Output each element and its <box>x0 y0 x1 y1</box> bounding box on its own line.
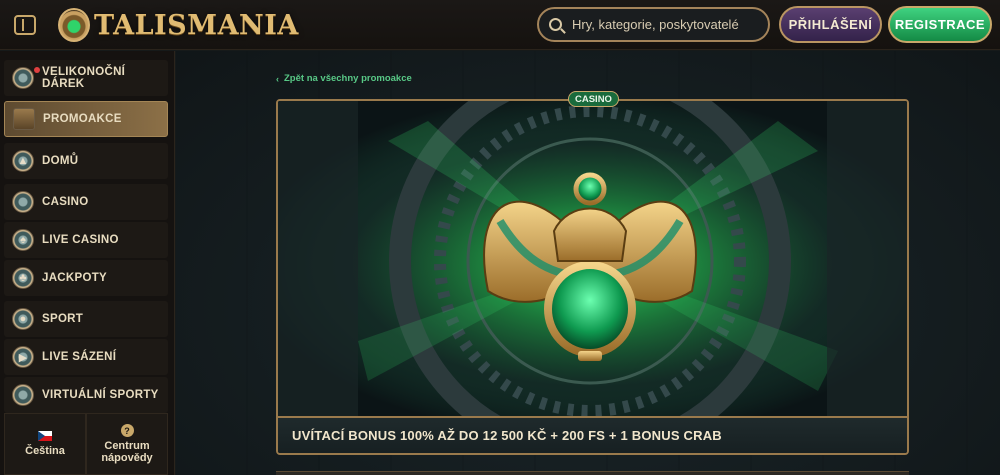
sidebar-item-label: LIVE SÁZENÍ <box>42 351 117 363</box>
back-link-label: Zpět na všechny promoakce <box>284 73 412 84</box>
sidebar-item-label: JACKPOTY <box>42 272 108 284</box>
play-icon: ▶ <box>12 346 34 368</box>
home-pyramid-icon: ▲ <box>12 150 34 172</box>
help-label-line1: Centrum <box>104 440 150 452</box>
sidebar-item-label: LIVE CASINO <box>42 234 119 246</box>
treasure-chest-icon <box>13 108 35 130</box>
sidebar-item-home[interactable]: ▲ DOMŮ <box>4 143 168 179</box>
sidebar-item-promotions[interactable]: PROMOAKCE <box>4 101 168 137</box>
scarab-logo-icon <box>58 8 90 42</box>
logo-text: TALISMANIA <box>94 9 299 41</box>
casino-chip-icon <box>12 191 34 213</box>
chevron-left-icon: ‹ <box>276 73 279 84</box>
sidebar-item-label: PROMOAKCE <box>43 113 122 125</box>
sidebar-footer: Čeština ? Centrum nápovědy <box>4 413 168 475</box>
help-icon: ? <box>120 424 134 437</box>
sidebar-toggle-icon[interactable] <box>14 15 36 35</box>
sidebar-item-virtual-sports[interactable]: VIRTUÁLNÍ SPORTY <box>4 377 168 413</box>
sidebar-item-casino[interactable]: CASINO <box>4 184 168 220</box>
czech-flag-icon <box>38 431 52 441</box>
sidebar-item-easter-gift[interactable]: VELIKONOČNÍ DÁREK <box>4 60 168 96</box>
sidebar-item-label: SPORT <box>42 313 84 325</box>
soccer-ball-icon: ● <box>12 308 34 330</box>
sidebar-item-jackpots[interactable]: ♣ JACKPOTY <box>4 260 168 296</box>
language-selector[interactable]: Čeština <box>4 413 86 475</box>
search-input[interactable] <box>572 17 762 32</box>
easter-gift-icon <box>12 67 34 89</box>
back-to-promotions-link[interactable]: ‹ Zpět na všechny promoakce <box>276 73 412 84</box>
sidebar: VELIKONOČNÍ DÁREK PROMOAKCE ▲ DOMŮ CASIN… <box>0 51 175 475</box>
search-box[interactable] <box>537 7 770 42</box>
help-label-line2: nápovědy <box>101 452 153 464</box>
main-content: ‹ Zpět na všechny promoakce CASINO UVÍTA… <box>176 51 1000 475</box>
next-section-edge <box>276 471 909 475</box>
clover-icon: ♣ <box>12 267 34 289</box>
gamepad-icon <box>12 384 34 406</box>
sidebar-item-sport[interactable]: ● SPORT <box>4 301 168 337</box>
sidebar-item-label: CASINO <box>42 196 89 208</box>
sidebar-item-live-betting[interactable]: ▶ LIVE SÁZENÍ <box>4 339 168 375</box>
notification-dot <box>34 67 40 73</box>
search-icon <box>549 18 562 31</box>
login-button[interactable]: PŘIHLÁŠENÍ <box>779 6 882 43</box>
promo-card: UVÍTACÍ BONUS 100% AŽ DO 12 500 KČ + 200… <box>276 99 909 455</box>
promo-title[interactable]: UVÍTACÍ BONUS 100% AŽ DO 12 500 KČ + 200… <box>278 416 907 453</box>
category-badge: CASINO <box>568 91 619 107</box>
help-center-button[interactable]: ? Centrum nápovědy <box>86 413 168 475</box>
sidebar-item-label: VIRTUÁLNÍ SPORTY <box>42 389 159 401</box>
spade-icon: ♠ <box>12 229 34 251</box>
top-header: TALISMANIA PŘIHLÁŠENÍ REGISTRACE <box>0 0 1000 50</box>
promo-banner-image <box>278 101 907 416</box>
sidebar-item-label: VELIKONOČNÍ DÁREK <box>42 66 126 90</box>
sidebar-item-label: DOMŮ <box>42 155 79 167</box>
language-label: Čeština <box>25 445 65 457</box>
logo[interactable]: TALISMANIA <box>58 6 299 44</box>
sidebar-item-live-casino[interactable]: ♠ LIVE CASINO <box>4 222 168 258</box>
register-button[interactable]: REGISTRACE <box>888 6 992 43</box>
